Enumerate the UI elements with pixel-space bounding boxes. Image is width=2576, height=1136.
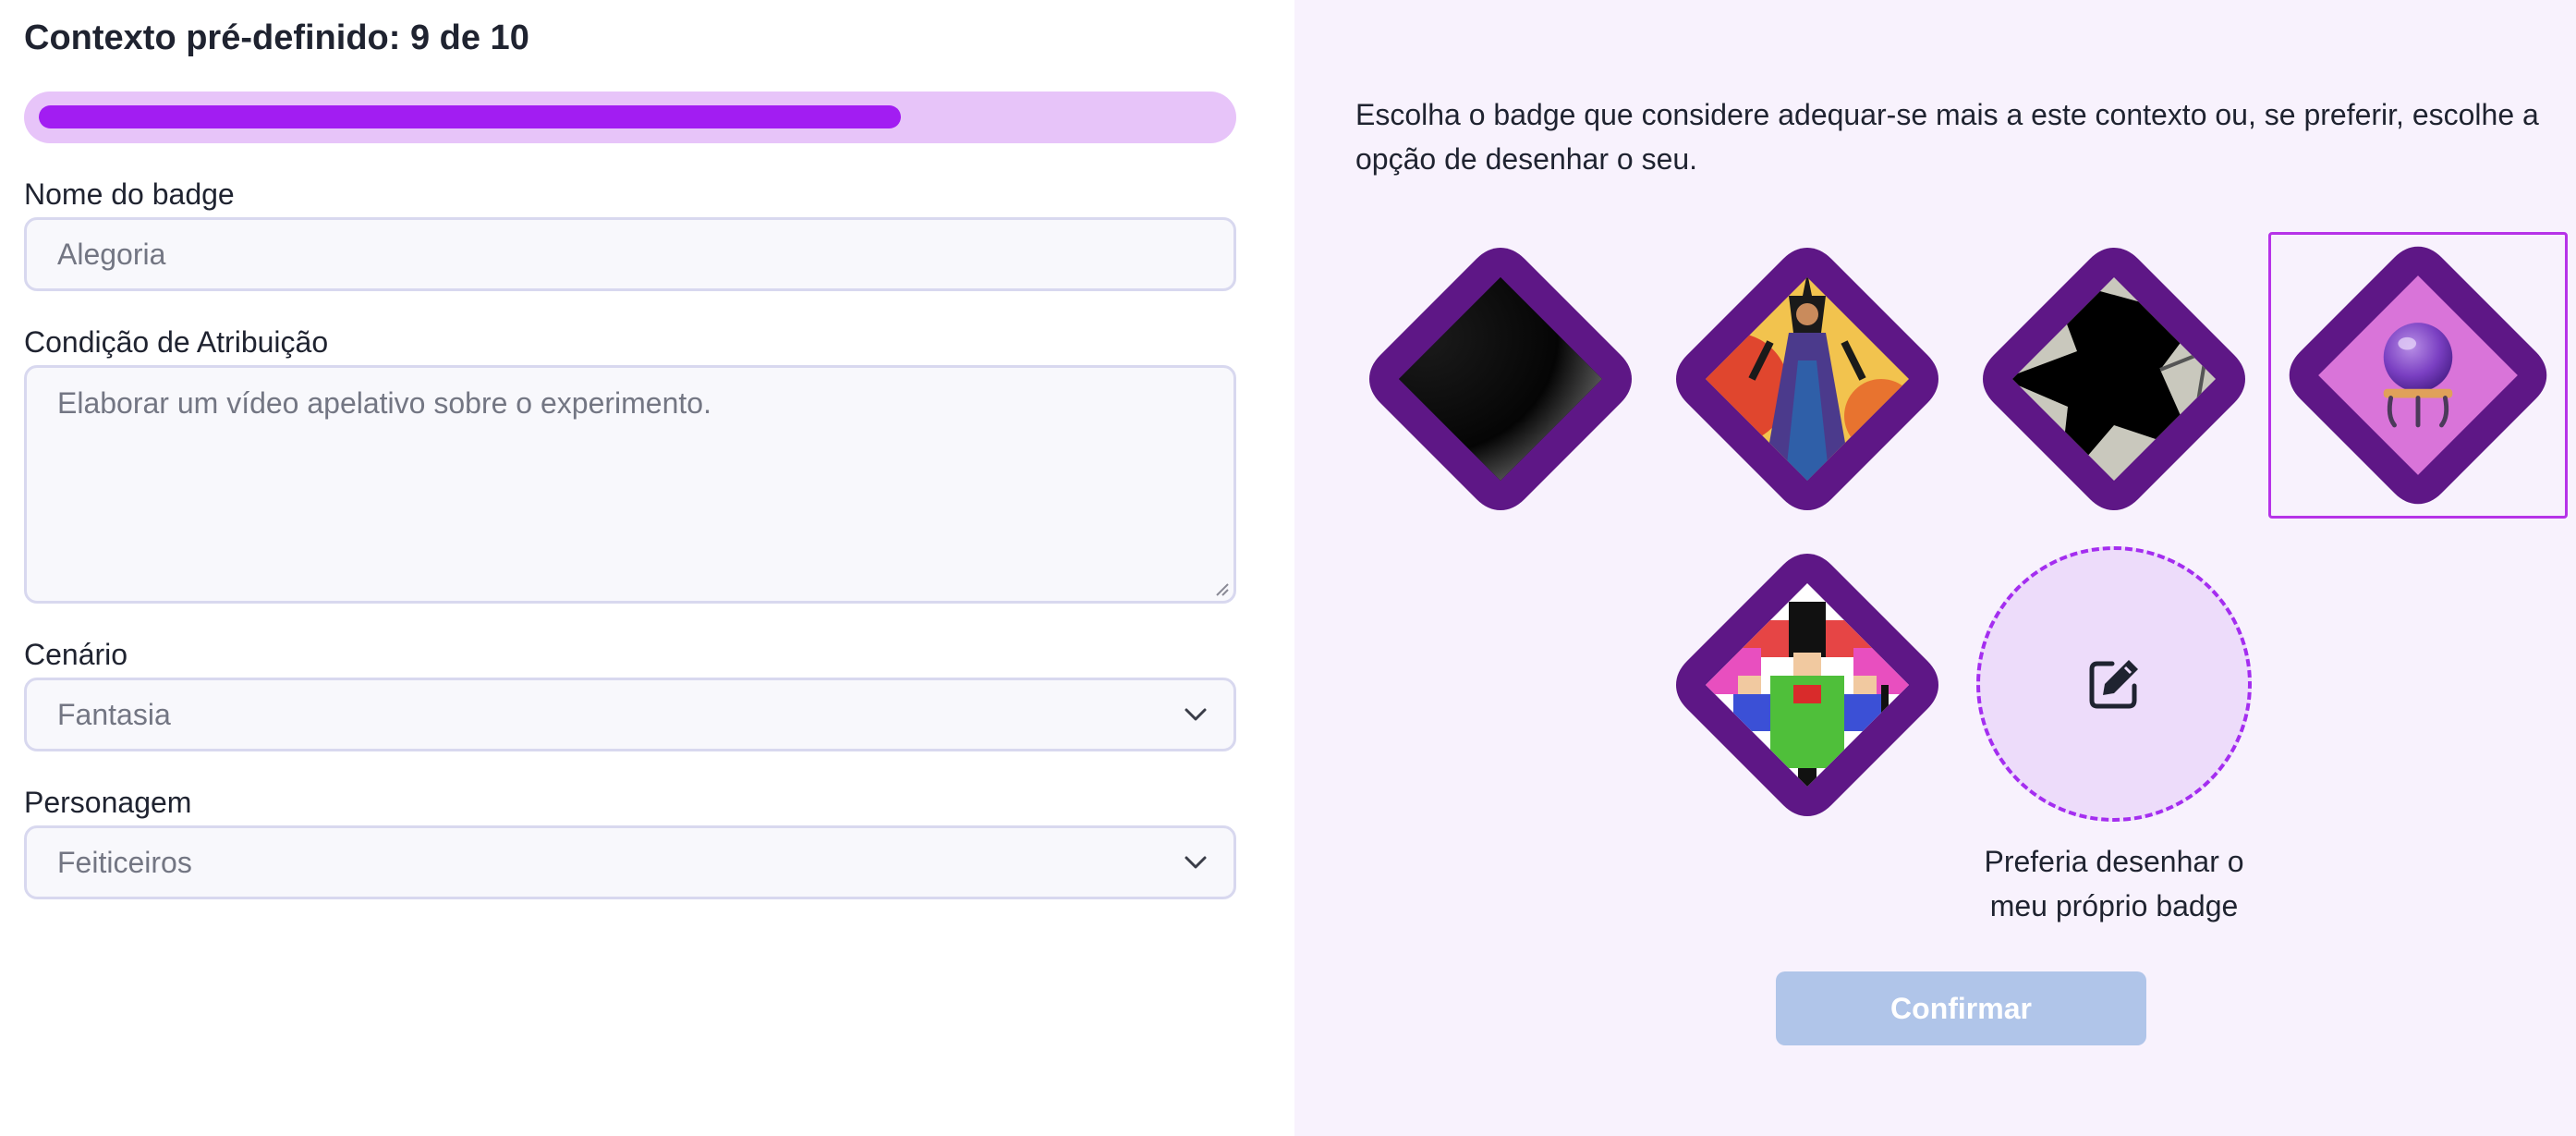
progress-fill [39,105,901,128]
badge-option-3[interactable] [1975,240,2253,518]
condition-label: Condição de Atribuição [24,325,329,359]
badge-option-5[interactable] [1669,546,1946,824]
badge-instructions: Escolha o badge que considere adequar-se… [1355,98,2539,176]
page-title: Contexto pré-definido: 9 de 10 [24,18,529,57]
badge-name-label: Nome do badge [24,177,235,211]
scenario-value: Fantasia [57,697,171,731]
badge-option-1[interactable] [1362,240,1639,518]
character-select[interactable]: Feiticeiros [24,825,1236,899]
edit-icon [2089,660,2138,709]
condition-textarea[interactable]: Elaborar um vídeo apelativo sobre o expe… [24,365,1236,604]
character-label: Personagem [24,786,192,819]
draw-own-badge-button[interactable] [1976,546,2252,822]
badge-option-4[interactable] [2268,232,2568,519]
badge-option-2[interactable] [1669,240,1946,518]
draw-own-badge-label: Preferia desenhar o meu próprio badge [1984,845,2244,922]
condition-value: Elaborar um vídeo apelativo sobre o expe… [57,386,711,420]
chevron-down-icon [1185,708,1207,721]
black-white-abstract-image [1369,248,1632,510]
confirm-button[interactable]: Confirmar [1776,971,2146,1045]
badge-selection-panel: Escolha o badge que considere adequar-se… [1294,0,2576,1136]
context-form-panel: Contexto pré-definido: 9 de 10 Nome do b… [0,0,1294,1136]
crystal-ball-image [2289,246,2547,505]
chevron-down-icon [1185,856,1207,869]
witch-in-dress-image [1676,248,1938,510]
context-progress-bar [24,92,1236,143]
black-star-shape-image [1983,248,2245,510]
character-value: Feiticeiros [57,845,192,879]
badge-name-value: Alegoria [57,237,166,271]
scenario-select[interactable]: Fantasia [24,678,1236,751]
resize-handle-icon[interactable] [1213,580,1230,597]
pixel-art-wizards-image [1676,554,1938,816]
scenario-label: Cenário [24,638,128,671]
badge-name-input[interactable]: Alegoria [24,217,1236,291]
